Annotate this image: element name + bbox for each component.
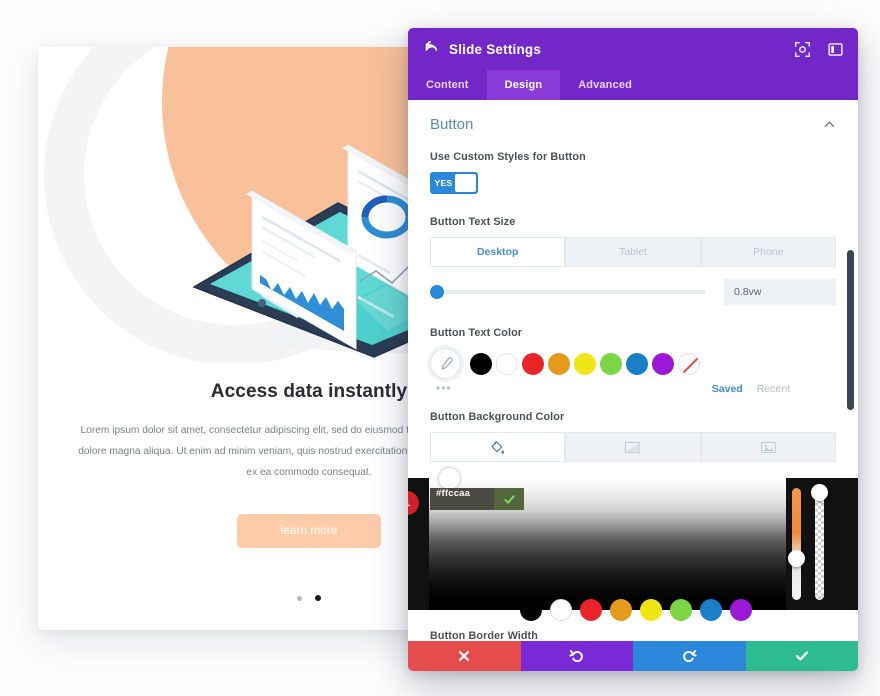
undo-icon [569, 650, 583, 663]
learn-more-button[interactable]: learn more [236, 513, 382, 548]
button-text-size-label: Button Text Size [430, 216, 516, 228]
redo-icon [683, 650, 697, 663]
saved-recent-row: Saved Recent [712, 383, 790, 395]
chevron-up-icon[interactable] [823, 118, 836, 131]
color-picker-handle[interactable] [439, 468, 460, 489]
alpha-slider-knob[interactable] [811, 484, 828, 501]
text-size-slider[interactable] [430, 285, 706, 299]
tab-design[interactable]: Design [486, 70, 561, 100]
layout-panel-icon[interactable] [827, 41, 844, 58]
slide-settings-panel: Slide Settings Content Design Advanced B… [408, 28, 858, 671]
device-tabs: Desktop Tablet Phone [430, 237, 836, 267]
swatch-green[interactable] [600, 352, 622, 375]
saved-link[interactable]: Saved [712, 383, 743, 395]
close-icon [459, 650, 470, 662]
recent-link[interactable]: Recent [757, 383, 790, 395]
panel-scroll-area: Button Use Custom Styles for Button YES … [408, 100, 858, 641]
background-type-image[interactable] [700, 432, 836, 462]
swatch-purple[interactable] [652, 352, 674, 375]
use-custom-styles-label: Use Custom Styles for Button [430, 151, 586, 163]
picker-swatch-black[interactable] [520, 599, 542, 621]
button-section-header[interactable]: Button [430, 116, 836, 133]
text-size-slider-knob[interactable] [430, 285, 444, 299]
background-type-color[interactable] [430, 432, 566, 462]
picker-swatch-green[interactable] [670, 599, 692, 621]
eyedropper-icon [440, 356, 453, 370]
panel-footer [408, 641, 858, 671]
screen: Access data instantly Lorem ipsum dolor … [0, 0, 880, 696]
panel-body: Button Use Custom Styles for Button YES … [408, 100, 858, 641]
picker-swatch-orange[interactable] [610, 599, 632, 621]
undo-button[interactable] [520, 641, 633, 671]
hue-slider-knob[interactable] [788, 550, 805, 567]
toggle-value-label: YES [434, 178, 453, 188]
text-size-value[interactable]: 0.8vw [724, 279, 836, 305]
expand-icon[interactable] [794, 41, 811, 58]
color-picker-sliders [788, 484, 844, 600]
use-custom-styles-toggle[interactable]: YES [430, 172, 478, 194]
text-size-slider-row: 0.8vw [430, 279, 836, 305]
swatch-orange[interactable] [548, 352, 570, 375]
swatch-black[interactable] [470, 352, 492, 375]
annotation-badge-1: 1 [408, 491, 419, 515]
picker-swatch-yellow[interactable] [640, 599, 662, 621]
swatch-yellow[interactable] [574, 352, 596, 375]
toggle-knob [454, 174, 476, 192]
background-type-gradient[interactable] [565, 432, 701, 462]
panel-tabs: Content Design Advanced [408, 70, 858, 100]
device-tab-phone[interactable]: Phone [700, 237, 836, 267]
image-icon [760, 441, 776, 453]
cancel-button[interactable] [408, 641, 521, 671]
eyedropper-button[interactable] [430, 348, 461, 379]
section-title: Button [430, 116, 474, 133]
picker-swatch-purple[interactable] [730, 599, 752, 621]
swatch-none[interactable] [678, 352, 700, 375]
panel-title: Slide Settings [449, 41, 542, 57]
pagination-dot-2[interactable] [314, 595, 321, 602]
color-picker-swatch-row [520, 599, 752, 621]
background-type-tabs [430, 432, 836, 462]
tab-content[interactable]: Content [408, 70, 487, 100]
color-picker: 1 #ffccaa [408, 468, 858, 621]
gradient-icon [625, 441, 641, 453]
picker-swatch-white[interactable] [550, 599, 572, 621]
save-button[interactable] [745, 641, 858, 671]
picker-swatch-blue[interactable] [700, 599, 722, 621]
panel-scrollbar[interactable] [847, 250, 854, 410]
redo-button[interactable] [633, 641, 746, 671]
back-arrow-icon[interactable] [422, 40, 440, 58]
swatch-red[interactable] [522, 352, 544, 375]
ellipsis-icon[interactable]: ••• [436, 381, 452, 395]
text-color-swatch-row [430, 348, 836, 379]
pagination-dot-1[interactable] [297, 595, 303, 601]
hex-input[interactable]: #ffccaa [430, 488, 494, 510]
picker-swatch-red[interactable] [580, 599, 602, 621]
button-text-color-label: Button Text Color [430, 327, 523, 339]
check-icon [795, 651, 808, 661]
device-tab-tablet[interactable]: Tablet [565, 237, 701, 267]
hex-input-group: #ffccaa [430, 488, 524, 510]
swatch-white[interactable] [496, 352, 518, 375]
button-border-width-label: Button Border Width [430, 630, 538, 641]
swatch-blue[interactable] [626, 352, 648, 375]
button-background-color-label: Button Background Color [430, 411, 565, 423]
check-icon [503, 494, 515, 504]
panel-header: Slide Settings [408, 28, 858, 70]
hex-confirm-button[interactable] [494, 488, 524, 510]
tab-advanced[interactable]: Advanced [560, 70, 650, 100]
alpha-slider[interactable] [811, 484, 828, 600]
device-tab-desktop[interactable]: Desktop [430, 237, 566, 267]
hue-slider[interactable] [788, 488, 805, 600]
paint-bucket-icon [491, 440, 505, 454]
